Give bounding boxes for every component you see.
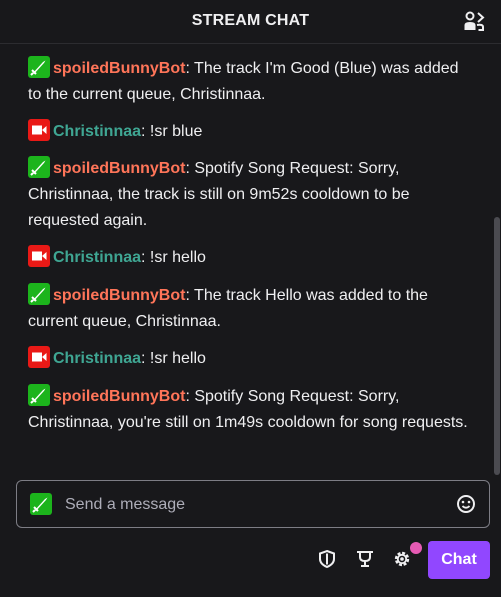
chat-title: STREAM CHAT (191, 12, 310, 29)
community-icon (464, 11, 485, 31)
chat-username[interactable]: spoiledBunnyBot (53, 388, 185, 405)
chat-username[interactable]: spoiledBunnyBot (53, 160, 185, 177)
moderator-bot-badge-icon[interactable] (30, 493, 52, 515)
chat-username[interactable]: spoiledBunnyBot (53, 287, 185, 304)
chat-header: STREAM CHAT (0, 0, 501, 44)
moderator-bot-badge-icon[interactable] (28, 283, 50, 305)
broadcaster-badge-icon[interactable] (28, 119, 50, 141)
emote-picker-button[interactable] (456, 494, 476, 514)
chat-message: spoiledBunnyBot: Spotify Song Request: S… (28, 384, 468, 436)
moderator-bot-badge-icon[interactable] (28, 156, 50, 178)
shield-icon (319, 549, 335, 569)
chat-message: spoiledBunnyBot: The track I'm Good (Blu… (28, 56, 468, 108)
chat-username[interactable]: Christinnaa (53, 123, 141, 140)
chat-username[interactable]: spoiledBunnyBot (53, 60, 185, 77)
trophy-icon (357, 551, 373, 567)
chat-message: spoiledBunnyBot: Spotify Song Request: S… (28, 156, 468, 234)
settings-notification-dot (410, 542, 422, 554)
gear-icon (394, 551, 410, 567)
chat-message: Christinnaa: !sr hello (28, 346, 468, 372)
smiley-icon (457, 495, 475, 513)
message-text: !sr hello (145, 350, 206, 367)
chat-message: spoiledBunnyBot: The track Hello was add… (28, 283, 468, 335)
broadcaster-badge-icon[interactable] (28, 245, 50, 267)
mod-view-button[interactable] (315, 547, 339, 571)
chat-message: Christinnaa: !sr blue (28, 119, 468, 145)
message-text: !sr blue (145, 123, 203, 140)
chat-message: Christinnaa: !sr hello (28, 245, 468, 271)
message-text: !sr hello (145, 249, 206, 266)
chat-input-box[interactable] (16, 480, 490, 528)
community-button[interactable] (461, 9, 487, 35)
moderator-bot-badge-icon[interactable] (28, 384, 50, 406)
chat-username[interactable]: Christinnaa (53, 350, 141, 367)
chat-message-input[interactable] (63, 492, 447, 518)
moderator-bot-badge-icon[interactable] (28, 56, 50, 78)
leaderboard-button[interactable] (353, 547, 377, 571)
chat-messages[interactable]: spoiledBunnyBot: The track I'm Good (Blu… (0, 52, 492, 472)
chat-username[interactable]: Christinnaa (53, 249, 141, 266)
send-chat-button[interactable]: Chat (428, 541, 490, 579)
broadcaster-badge-icon[interactable] (28, 346, 50, 368)
chat-scrollbar[interactable] (494, 217, 500, 475)
